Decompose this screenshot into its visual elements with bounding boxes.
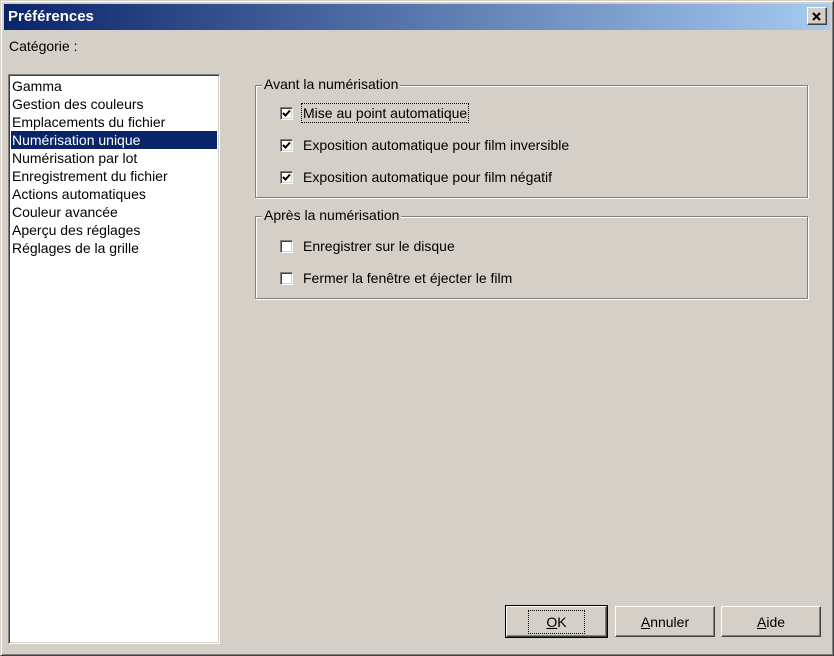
auto-exposure-reversal-label: Exposition automatique pour film inversi… [303, 137, 570, 153]
close-icon [812, 11, 821, 21]
before-scan-title: Avant la numérisation [262, 76, 401, 92]
checkmark-icon [282, 109, 291, 117]
list-item-selected[interactable]: Numérisation unique [11, 131, 217, 149]
close-button[interactable] [807, 7, 827, 25]
close-eject-label: Fermer la fenêtre et éjecter le film [303, 270, 513, 286]
close-eject-option[interactable]: Fermer la fenêtre et éjecter le film [280, 270, 512, 286]
auto-exposure-reversal-checkbox[interactable] [280, 138, 293, 152]
list-item[interactable]: Actions automatiques [11, 185, 217, 203]
ok-button[interactable]: OK [505, 605, 608, 638]
window-title: Préférences [8, 8, 94, 25]
category-label: Catégorie : [9, 38, 78, 54]
after-scan-group: Après la numérisation Enregistrer sur le… [255, 207, 808, 299]
checkmark-icon [282, 173, 291, 181]
autofocus-option[interactable]: Mise au point automatique [280, 103, 470, 123]
help-button-label: Aide [756, 613, 786, 630]
ok-button-label: OK [528, 609, 585, 634]
save-to-disk-checkbox[interactable] [280, 239, 293, 253]
close-eject-checkbox[interactable] [280, 271, 293, 285]
list-item[interactable]: Numérisation par lot [11, 149, 217, 167]
before-scan-group: Avant la numérisation Mise au point auto… [255, 76, 808, 198]
cancel-button-label: Annuler [640, 613, 690, 630]
autofocus-checkbox[interactable] [280, 106, 293, 120]
auto-exposure-reversal-option[interactable]: Exposition automatique pour film inversi… [280, 137, 569, 153]
list-item[interactable]: Couleur avancée [11, 203, 217, 221]
auto-exposure-negative-checkbox[interactable] [280, 170, 293, 184]
save-to-disk-option[interactable]: Enregistrer sur le disque [280, 238, 455, 254]
cancel-button[interactable]: Annuler [615, 606, 715, 637]
title-bar[interactable]: Préférences [4, 4, 830, 30]
auto-exposure-negative-label: Exposition automatique pour film négatif [303, 169, 553, 185]
auto-exposure-negative-option[interactable]: Exposition automatique pour film négatif [280, 169, 552, 185]
list-item[interactable]: Gamma [11, 77, 217, 95]
category-list[interactable]: Gamma Gestion des couleurs Emplacements … [8, 74, 220, 644]
checkmark-icon [282, 141, 291, 149]
list-item[interactable]: Enregistrement du fichier [11, 167, 217, 185]
list-item[interactable]: Gestion des couleurs [11, 95, 217, 113]
help-button[interactable]: Aide [721, 606, 821, 637]
after-scan-title: Après la numérisation [262, 207, 402, 223]
list-item[interactable]: Aperçu des réglages [11, 221, 217, 239]
save-to-disk-label: Enregistrer sur le disque [303, 238, 455, 254]
list-item[interactable]: Emplacements du fichier [11, 113, 217, 131]
preferences-dialog: Préférences Catégorie : Gamma Gestion de… [0, 0, 834, 656]
autofocus-label: Mise au point automatique [300, 103, 470, 123]
list-item[interactable]: Réglages de la grille [11, 239, 217, 257]
